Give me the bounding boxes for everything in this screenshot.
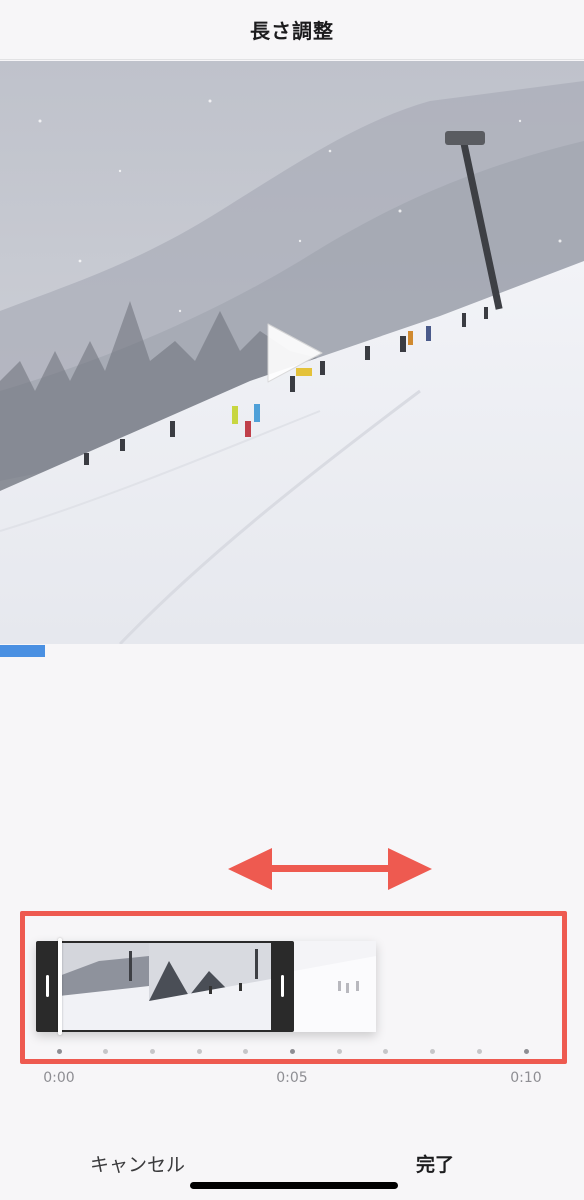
- cancel-button[interactable]: キャンセル: [90, 1150, 185, 1177]
- playhead[interactable]: [58, 938, 62, 1035]
- double-arrow-icon: [228, 848, 432, 890]
- time-label-mid: 0:05: [276, 1070, 308, 1086]
- timeline-tick: [290, 1049, 295, 1054]
- timeline-tick: [523, 1049, 529, 1054]
- time-label-end: 0:10: [510, 1070, 542, 1086]
- thumbnail-frame: [59, 941, 149, 1032]
- selection-top-border: [59, 941, 271, 943]
- playback-progress-bar: [0, 645, 45, 657]
- done-button[interactable]: 完了: [416, 1150, 454, 1177]
- grip-icon: [281, 975, 284, 997]
- timeline-tick: [196, 1049, 202, 1054]
- thumbnail-frame: [294, 941, 376, 1032]
- trim-end-handle[interactable]: [271, 941, 294, 1032]
- home-indicator: [190, 1182, 398, 1189]
- timeline-tick: [56, 1049, 62, 1054]
- timeline-tick: [149, 1049, 155, 1054]
- page-title: 長さ調整: [250, 19, 334, 43]
- trim-start-handle[interactable]: [36, 941, 59, 1032]
- grip-icon: [46, 975, 49, 997]
- play-icon[interactable]: [262, 320, 328, 386]
- time-label-start: 0:00: [43, 1070, 75, 1086]
- thumbnail-frame: [149, 941, 271, 1032]
- video-preview[interactable]: [0, 61, 584, 644]
- timeline-tick: [336, 1049, 342, 1054]
- nav-header: 長さ調整: [0, 0, 584, 60]
- timeline-tick: [476, 1049, 482, 1054]
- thumbnail-strip[interactable]: [36, 941, 376, 1032]
- selection-bottom-border: [59, 1030, 271, 1032]
